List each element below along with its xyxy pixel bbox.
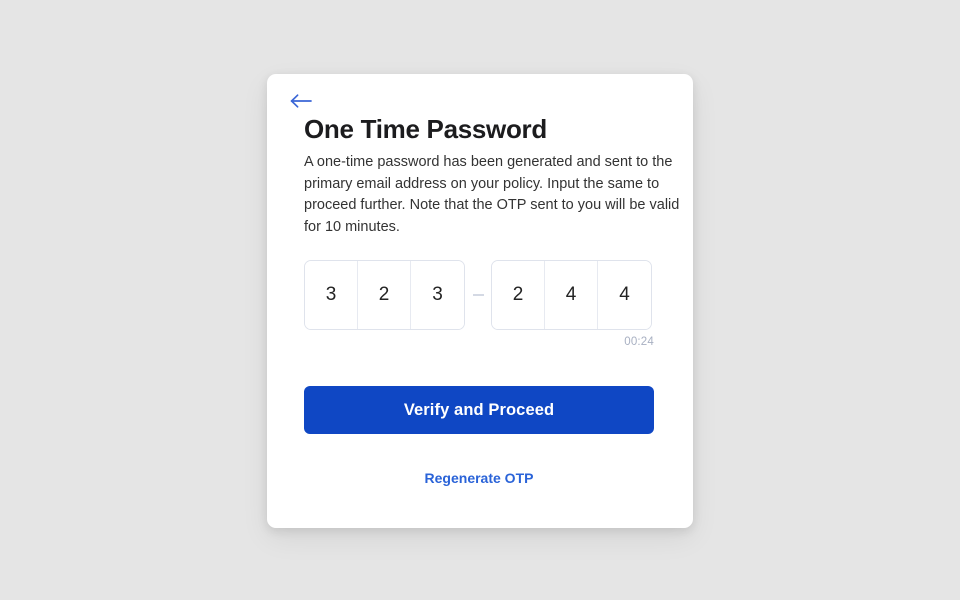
otp-group-second: 2 4 4 — [491, 260, 652, 330]
page-title: One Time Password — [304, 114, 547, 144]
arrow-left-icon — [289, 92, 313, 110]
otp-digit-4[interactable]: 2 — [492, 261, 545, 329]
otp-digit-5[interactable]: 4 — [545, 261, 598, 329]
otp-countdown-timer: 00:24 — [624, 336, 654, 348]
regenerate-otp-link[interactable]: Regenerate OTP — [304, 470, 654, 486]
otp-digit-6[interactable]: 4 — [598, 261, 651, 329]
app-viewport: One Time Password A one-time password ha… — [0, 0, 960, 600]
otp-separator-dash — [465, 294, 491, 296]
otp-digit-1[interactable]: 3 — [305, 261, 358, 329]
description-text: A one-time password has been generated a… — [304, 154, 680, 235]
otp-group-first: 3 2 3 — [304, 260, 465, 330]
otp-digit-2[interactable]: 2 — [358, 261, 411, 329]
verify-and-proceed-button[interactable]: Verify and Proceed — [304, 386, 654, 434]
otp-digit-3[interactable]: 3 — [411, 261, 464, 329]
otp-input-row: 3 2 3 2 4 4 — [304, 260, 654, 330]
otp-card: One Time Password A one-time password ha… — [267, 74, 693, 528]
